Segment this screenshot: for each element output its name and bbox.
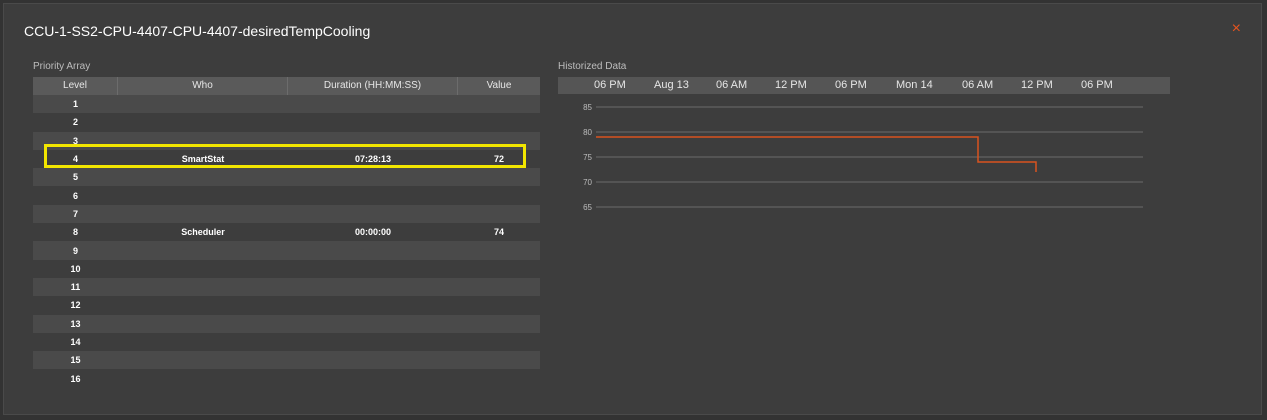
historized-data-label: Historized Data xyxy=(558,61,627,72)
column-header-value[interactable]: Value xyxy=(458,77,540,95)
close-icon[interactable]: × xyxy=(1232,20,1241,38)
table-row[interactable]: 11 xyxy=(33,277,540,297)
cell-level: 11 xyxy=(70,282,81,293)
series-line xyxy=(596,136,1037,172)
cell-value: 74 xyxy=(493,227,504,238)
table-row[interactable]: 1 xyxy=(33,95,540,114)
y-tick-label: 70 xyxy=(583,178,592,187)
priority-array-table: Level Who Duration (HH:MM:SS) Value 1234… xyxy=(33,77,540,388)
cell-level: 8 xyxy=(72,227,78,238)
cell-level: 12 xyxy=(70,300,81,311)
table-row[interactable]: 9 xyxy=(33,241,540,260)
table-header: Level Who Duration (HH:MM:SS) Value xyxy=(33,77,540,95)
cell-who: Scheduler xyxy=(181,227,225,238)
cell-level: 13 xyxy=(70,318,81,329)
y-tick-label: 75 xyxy=(583,153,592,162)
table-row[interactable]: 7 xyxy=(33,204,540,224)
table-row[interactable]: 10 xyxy=(33,260,540,278)
cell-level: 6 xyxy=(72,190,78,201)
cell-duration: 00:00:00 xyxy=(354,227,392,238)
table-row[interactable]: 5 xyxy=(33,168,540,187)
cell-level: 2 xyxy=(72,117,78,128)
column-header-who[interactable]: Who xyxy=(118,77,288,95)
table-row[interactable]: 12 xyxy=(33,296,540,314)
y-tick-label: 65 xyxy=(583,203,592,212)
cell-level: 9 xyxy=(72,245,78,256)
dialog-title: CCU-1-SS2-CPU-4407-CPU-4407-desiredTempC… xyxy=(24,23,371,39)
historized-chart: 06 PM Aug 13 06 AM 12 PM 06 PM Mon 14 06 AM 12 … xyxy=(558,77,1170,227)
column-header-level[interactable]: Level xyxy=(33,77,118,95)
table-row[interactable]: 13 xyxy=(33,314,540,333)
cell-level: 1 xyxy=(72,99,78,110)
cell-level: 7 xyxy=(72,208,78,219)
cell-level: 16 xyxy=(70,373,81,384)
cell-level: 10 xyxy=(70,263,81,274)
cell-level: 5 xyxy=(72,172,78,183)
table-row[interactable]: 6 xyxy=(33,186,540,204)
table-body: 1 2 3 4 SmartStat 07:28:13 72 5 6 7 8 Scheduler 00:0… xyxy=(33,95,540,388)
table-row[interactable]: 2 xyxy=(33,113,540,131)
highlight-box xyxy=(44,144,526,168)
history-dialog: CCU-1-SS2-CPU-4407-CPU-4407-desiredTempC… xyxy=(3,3,1262,415)
y-tick-label: 80 xyxy=(583,128,592,137)
table-row[interactable]: 16 xyxy=(33,369,540,387)
table-row[interactable]: 14 xyxy=(33,333,540,351)
priority-array-label: Priority Array xyxy=(33,61,91,72)
y-tick-label: 85 xyxy=(583,103,592,112)
chart-plot: 65 70 75 80 85 xyxy=(583,103,1143,212)
cell-level: 14 xyxy=(70,337,81,347)
table-row[interactable]: 15 xyxy=(33,351,540,370)
column-header-duration[interactable]: Duration (HH:MM:SS) xyxy=(288,77,458,95)
cell-level: 15 xyxy=(70,355,81,366)
table-row[interactable]: 8 Scheduler 00:00:00 74 xyxy=(33,223,540,241)
